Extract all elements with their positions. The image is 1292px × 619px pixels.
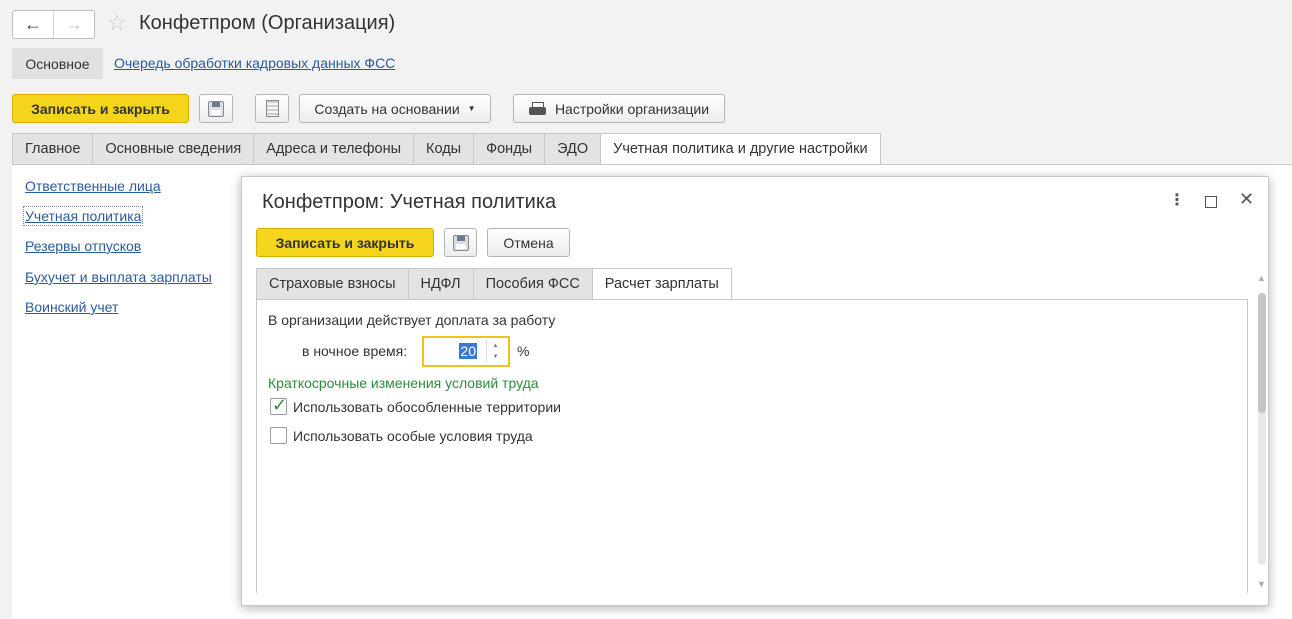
checkmark-icon: ✓ (272, 395, 288, 415)
star-icon[interactable]: ☆ (107, 11, 127, 35)
close-icon[interactable]: ✕ (1239, 190, 1254, 208)
page-title: Конфетпром (Организация) (139, 12, 396, 34)
org-settings-button[interactable]: Настройки организации (513, 94, 725, 123)
tab-insurance[interactable]: Страховые взносы (256, 268, 408, 300)
printer-icon (528, 101, 546, 116)
tab-basic-info[interactable]: Основные сведения (92, 133, 254, 165)
special-conditions-label: Использовать особые условия труда (293, 428, 533, 444)
dialog-save-button[interactable] (444, 228, 477, 257)
cancel-button[interactable]: Отмена (487, 228, 570, 257)
floppy-disk-icon (208, 100, 224, 117)
save-button[interactable] (199, 94, 233, 123)
section-heading: Краткосрочные изменения условий труда (268, 375, 539, 391)
tab-fss-benefits[interactable]: Пособия ФСС (472, 268, 592, 300)
scroll-up-icon[interactable]: ▲ (1257, 273, 1266, 283)
create-based-on-button[interactable]: Создать на основании ▼ (299, 94, 491, 123)
navigation-buttons: ← → (12, 10, 95, 39)
sidebar-item-accounting[interactable]: Бухучет и выплата зарплаты (25, 269, 212, 285)
dropdown-arrow-icon: ▼ (467, 104, 476, 113)
save-and-close-button[interactable]: Записать и закрыть (12, 94, 189, 123)
tab-basic[interactable]: Основное (12, 48, 103, 79)
more-options-icon[interactable]: ⋮ (1169, 193, 1185, 209)
tab-addresses[interactable]: Адреса и телефоны (253, 133, 414, 165)
sidebar-item-reserves[interactable]: Резервы отпусков (25, 238, 141, 254)
dialog-tabs: Страховые взносы НДФЛ Пособия ФСС Расчет… (256, 268, 732, 300)
document-list-button[interactable] (255, 94, 289, 123)
tab-funds[interactable]: Фонды (473, 133, 545, 165)
sidebar-item-policy[interactable]: Учетная политика (22, 206, 144, 226)
main-tabs: Главное Основные сведения Адреса и телеф… (12, 133, 881, 165)
tab-divider (12, 164, 1292, 165)
stepper-arrows-icon[interactable]: ▲ ▼ (486, 340, 504, 363)
sidebar-item-responsible[interactable]: Ответственные лица (25, 178, 161, 194)
tab-accounting-policy[interactable]: Учетная политика и другие настройки (600, 133, 881, 165)
special-conditions-checkbox[interactable] (270, 427, 287, 444)
tab-main[interactable]: Главное (12, 133, 93, 165)
vertical-scrollbar[interactable]: ▲ ▼ (1255, 273, 1269, 589)
accounting-policy-dialog: Конфетпром: Учетная политика ⋮ ✕ Записат… (241, 176, 1269, 606)
forward-arrow-icon[interactable]: → (54, 11, 94, 38)
back-arrow-icon[interactable]: ← (13, 11, 54, 38)
floppy-disk-icon (452, 234, 469, 251)
percent-label: % (517, 343, 530, 359)
list-icon (265, 100, 279, 117)
org-settings-label: Настройки организации (554, 100, 710, 117)
fss-queue-link[interactable]: Очередь обработки кадровых данных ФСС (114, 55, 395, 71)
supplement-label: В организации действует доплата за работ… (268, 312, 556, 328)
tab-payroll[interactable]: Расчет зарплаты (591, 268, 732, 300)
sidebar-item-military[interactable]: Воинский учет (25, 299, 118, 315)
tab-ndfl[interactable]: НДФЛ (407, 268, 473, 300)
dialog-save-and-close-button[interactable]: Записать и закрыть (256, 228, 434, 257)
territories-checkbox[interactable]: ✓ (270, 395, 288, 415)
dialog-title: Конфетпром: Учетная политика (262, 191, 557, 213)
maximize-icon[interactable] (1205, 196, 1217, 208)
tab-codes[interactable]: Коды (413, 133, 474, 165)
tab-edo[interactable]: ЭДО (544, 133, 601, 165)
territories-label: Использовать обособленные территории (293, 399, 561, 415)
scroll-down-icon[interactable]: ▼ (1257, 579, 1266, 589)
night-rate-stepper[interactable]: 20 ▲ ▼ (422, 336, 510, 367)
create-based-on-label: Создать на основании (314, 100, 460, 117)
scroll-thumb[interactable] (1258, 293, 1266, 413)
night-rate-value: 20 (459, 343, 477, 359)
night-time-label: в ночное время: (302, 343, 408, 359)
